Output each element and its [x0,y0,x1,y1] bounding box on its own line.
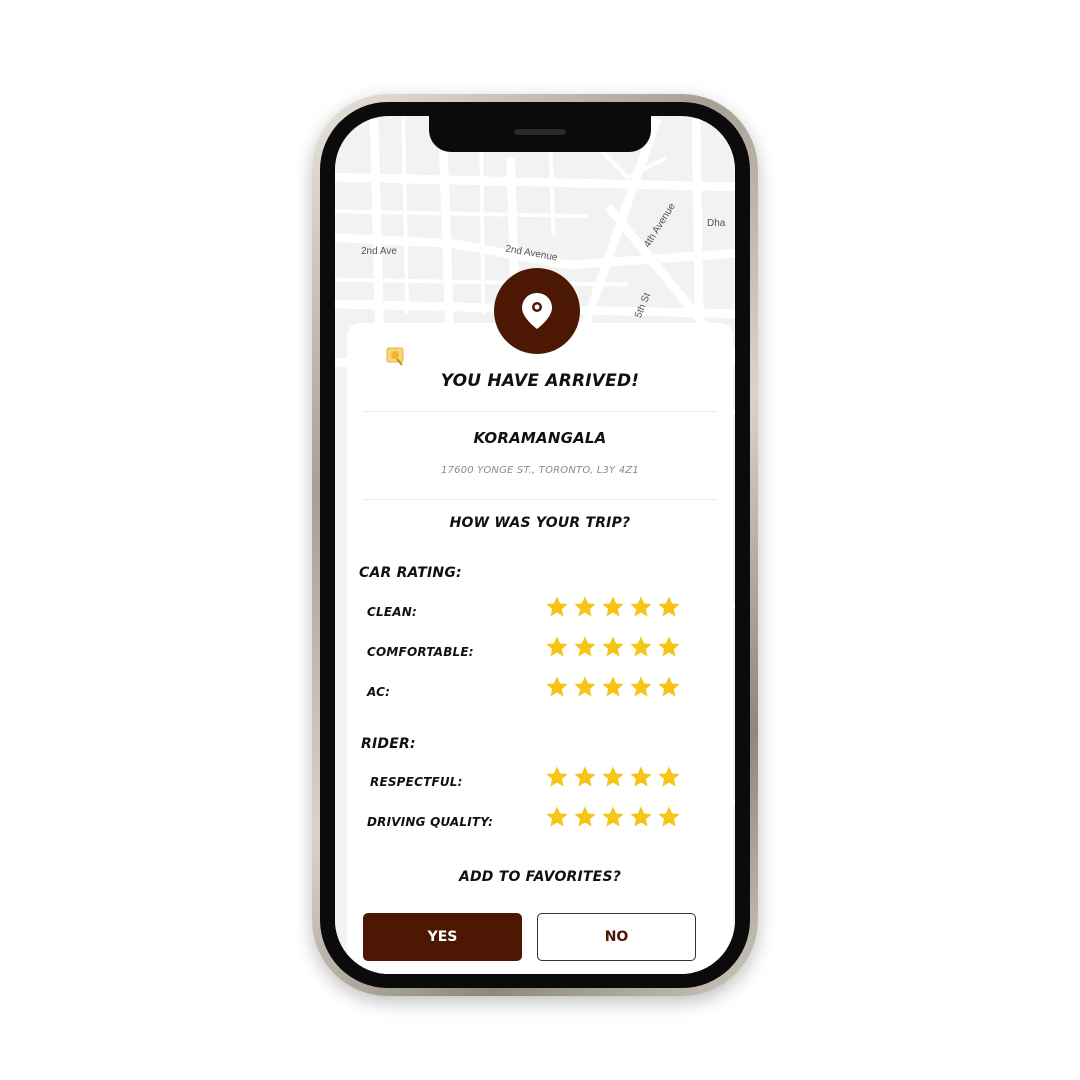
divider-middle [363,499,717,500]
star-icon[interactable] [657,675,681,699]
star-icon[interactable] [657,595,681,619]
star-icon[interactable] [629,635,653,659]
divider-top [363,411,717,412]
star-icon[interactable] [601,675,625,699]
star-icon[interactable] [601,595,625,619]
arrival-rating-card: YOU HAVE ARRIVED! KORAMANGALA 17600 YONG… [347,323,733,974]
phone-bezel: 2nd Ave 2nd Avenue 4th Avenue 5th St Dha [320,102,750,988]
phone-speaker [514,129,566,135]
destination-address: 17600 YONGE ST., TORONTO, L3Y 4Z1 [441,465,639,476]
star-icon[interactable] [573,765,597,789]
map-label-dha: Dha [707,218,726,229]
star-icon[interactable] [573,805,597,829]
map-label-2nd-ave: 2nd Ave [361,246,397,257]
star-rating-ac[interactable] [545,675,681,699]
no-button[interactable]: NO [537,913,696,961]
star-icon[interactable] [573,635,597,659]
star-icon[interactable] [657,765,681,789]
star-icon[interactable] [573,675,597,699]
star-icon[interactable] [545,805,569,829]
arrival-title: YOU HAVE ARRIVED! [440,371,640,391]
star-icon[interactable] [657,635,681,659]
rating-label-comfortable: COMFORTABLE: [367,645,474,659]
star-icon[interactable] [573,595,597,619]
star-icon[interactable] [545,635,569,659]
destination-name: KORAMANGALA [473,429,607,447]
favorites-question: ADD TO FAVORITES? [458,869,622,885]
location-pin-icon [522,293,552,329]
trip-question: HOW WAS YOUR TRIP? [449,515,631,531]
car-rating-heading: CAR RATING: [359,565,462,581]
rider-rating-heading: RIDER: [361,736,416,752]
star-icon[interactable] [545,675,569,699]
star-rating-comfortable[interactable] [545,635,681,659]
rating-label-clean: CLEAN: [367,605,417,619]
star-icon[interactable] [545,595,569,619]
star-rating-respectful[interactable] [545,765,681,789]
star-icon[interactable] [629,765,653,789]
star-icon[interactable] [601,805,625,829]
star-rating-clean[interactable] [545,595,681,619]
rating-label-driving-quality: DRIVING QUALITY: [367,815,494,829]
star-icon[interactable] [629,595,653,619]
phone-screen: 2nd Ave 2nd Avenue 4th Avenue 5th St Dha [335,116,735,974]
rating-label-respectful: RESPECTFUL: [370,775,463,789]
star-icon[interactable] [657,805,681,829]
rating-label-ac: AC: [367,685,391,699]
phone-frame: 2nd Ave 2nd Avenue 4th Avenue 5th St Dha [312,94,758,996]
star-icon[interactable] [629,675,653,699]
star-icon[interactable] [629,805,653,829]
phone-notch [429,116,651,152]
star-icon[interactable] [545,765,569,789]
location-pin-badge [494,268,580,354]
map-badge-icon [386,347,404,366]
star-icon[interactable] [601,765,625,789]
star-icon[interactable] [601,635,625,659]
star-rating-driving-quality[interactable] [545,805,681,829]
yes-button[interactable]: YES [363,913,522,961]
